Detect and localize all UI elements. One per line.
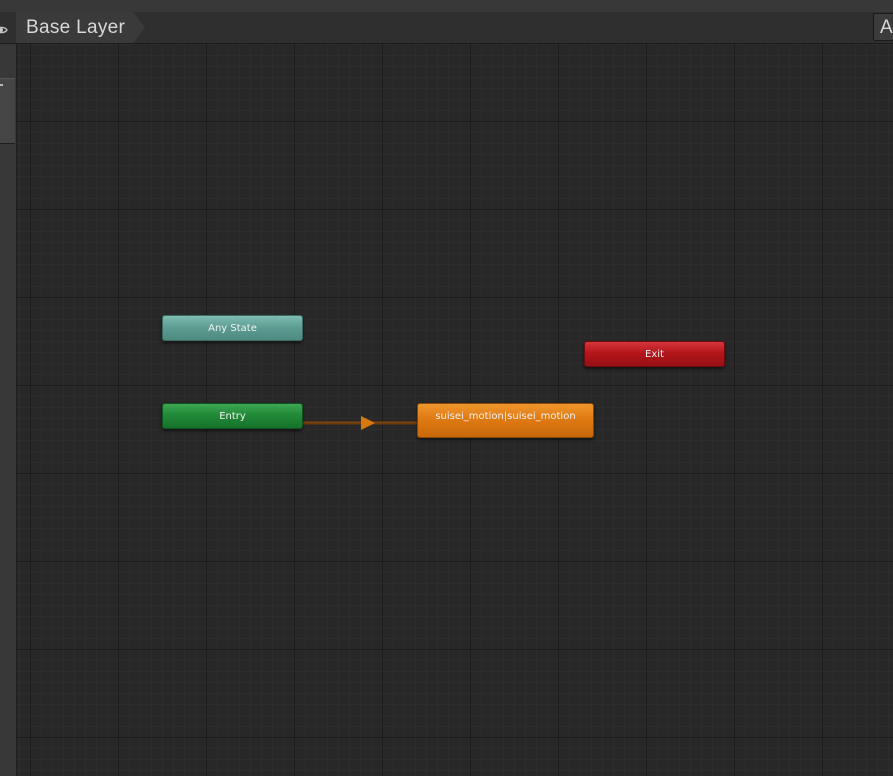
any-state-node[interactable]: Any State xyxy=(162,315,303,341)
default-state-node[interactable]: suisei_motion|suisei_motion xyxy=(417,403,594,438)
side-panel-tab[interactable] xyxy=(0,78,15,144)
entry-node[interactable]: Entry xyxy=(162,403,303,429)
arrow-right-icon xyxy=(361,416,375,430)
breadcrumb-base-layer[interactable]: Base Layer xyxy=(16,12,145,43)
animator-window: Base Layer Au Any State Entry Exit suise… xyxy=(0,0,893,776)
exit-node[interactable]: Exit xyxy=(584,341,725,367)
state-machine-graph[interactable]: Any State Entry Exit suisei_motion|suise… xyxy=(17,44,893,776)
breadcrumb-bar: Base Layer Au xyxy=(0,12,893,44)
left-side-panel xyxy=(0,44,17,776)
eye-icon[interactable] xyxy=(0,21,8,34)
auto-live-link-button[interactable]: Au xyxy=(873,13,893,41)
side-panel-tab-marker xyxy=(0,84,3,86)
